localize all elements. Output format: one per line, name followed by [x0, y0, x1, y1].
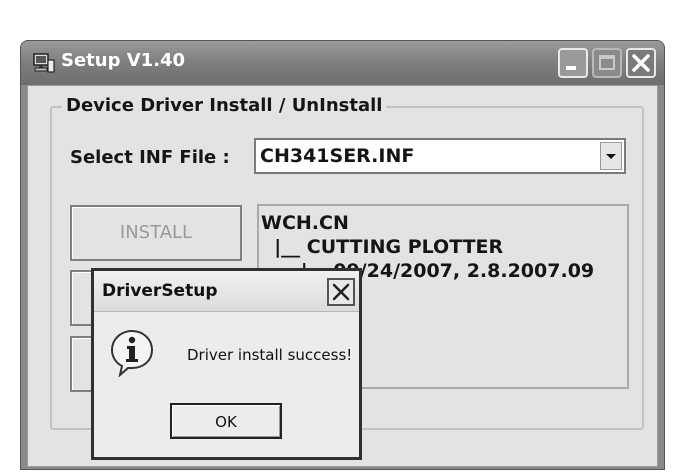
group-legend: Device Driver Install / UnInstall [62, 95, 387, 116]
driver-device: |__ CUTTING PLOTTER [261, 236, 504, 258]
ok-button[interactable]: OK [170, 403, 282, 439]
computer-setup-icon [33, 53, 55, 73]
minimize-button[interactable] [558, 48, 588, 78]
window-title: Setup V1.40 [61, 50, 186, 71]
ok-button-label: OK [215, 413, 237, 431]
install-button[interactable]: INSTALL [70, 205, 242, 261]
maximize-icon [599, 55, 615, 70]
close-button[interactable] [626, 48, 656, 78]
maximize-button[interactable] [592, 48, 622, 78]
driver-vendor: WCH.CN [261, 212, 349, 234]
chevron-down-icon [606, 154, 616, 159]
dropdown-button[interactable] [600, 142, 622, 170]
install-button-label: INSTALL [119, 222, 193, 243]
close-icon [332, 283, 350, 301]
close-icon [632, 54, 650, 72]
setup-titlebar[interactable]: Setup V1.40 [21, 41, 664, 85]
minimize-icon [566, 66, 576, 70]
select-inf-label: Select INF File : [70, 147, 230, 168]
driver-setup-dialog: DriverSetup Driver install success! OK [91, 268, 362, 460]
inf-file-value: CH341SER.INF [260, 145, 415, 167]
information-icon [110, 329, 154, 378]
dialog-close-button[interactable] [327, 278, 355, 306]
inf-file-select[interactable]: CH341SER.INF [254, 138, 626, 174]
dialog-message: Driver install success! [187, 346, 353, 364]
dialog-titlebar[interactable]: DriverSetup [94, 271, 359, 312]
dialog-title: DriverSetup [102, 281, 218, 301]
